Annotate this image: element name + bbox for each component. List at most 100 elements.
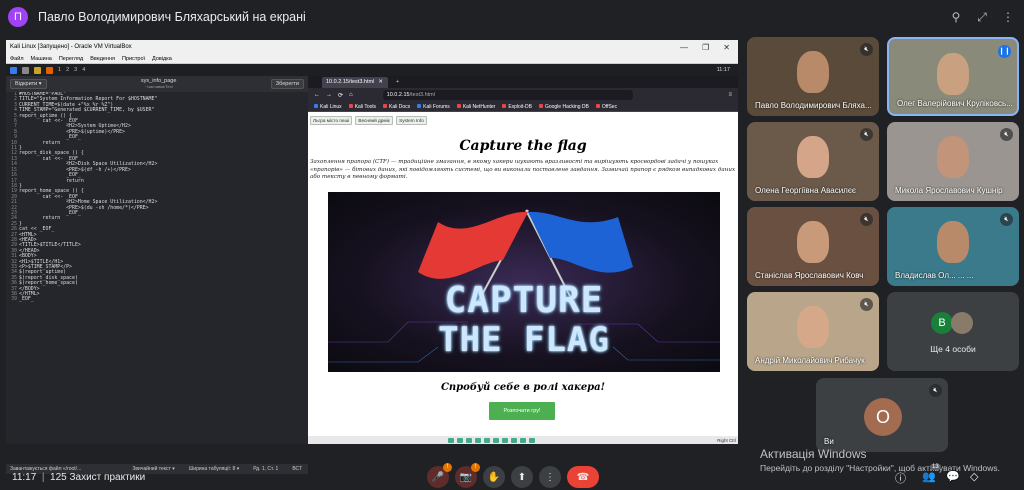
activities-icon[interactable]: ◇ [970,470,978,483]
chat-icon[interactable]: 💬 [946,470,960,483]
present-button[interactable]: ⬆ [511,466,533,488]
kali-menu-icon[interactable] [10,66,17,74]
optical-icon[interactable] [457,437,463,443]
meeting-time: 11:17 | 125 Захист практики [12,472,146,483]
shared-folder-icon[interactable] [493,437,499,443]
pin-icon[interactable]: ⚲ [948,9,964,25]
display-icon[interactable] [502,437,508,443]
audio-icon[interactable] [466,437,472,443]
mouse-icon[interactable] [529,437,535,443]
terminal-icon[interactable] [22,66,29,74]
network-icon[interactable] [475,437,481,443]
bookmark-kali-docs[interactable]: Kali Docs [383,103,410,110]
participant-tile[interactable]: Андрій Миколайович Рибачук 🔇︎ [747,292,879,371]
menu-devices[interactable]: Пристрої [122,56,145,62]
system-info-button[interactable]: System Info [396,116,427,125]
bookmark-kali-linux[interactable]: Kali Linux [314,103,342,110]
clock: 11:17 [716,67,730,73]
more-button[interactable]: ⋮ [539,466,561,488]
usb-icon[interactable] [484,437,490,443]
open-button[interactable]: Відкрити ▾ [10,79,47,89]
files-icon[interactable] [34,66,41,74]
menu-input[interactable]: Введення [90,56,115,62]
start-game-button[interactable]: Розпочати гру! [489,402,555,420]
info-icon[interactable]: ⓘ [895,470,906,486]
virtualbox-statusbar: Right Ctrl [308,436,738,444]
bookmark-exploit-db[interactable]: Exploit-DB [502,103,532,110]
bookmark-offsec[interactable]: OffSec [595,103,617,110]
participant-video [797,51,829,93]
participant-name: Андрій Миколайович Рибачук [755,356,865,365]
menu-icon[interactable]: ≡ [728,92,732,98]
mic-button[interactable]: 🎤! [427,463,452,488]
text-editor: Відкрити ▾ sys_info_page ~/заставки/Text… [6,76,308,474]
fit-icon[interactable]: ⤢ [974,9,990,25]
menu-file[interactable]: Файл [10,56,24,62]
page-intro: Захоплення прапора (CTF) — традиційне зм… [310,159,736,181]
back-icon[interactable]: ← [314,92,320,98]
page-button-2[interactable]: Весняий дрміє [355,116,394,125]
close-icon[interactable]: ✕ [723,43,730,52]
bookmark-kali-nethunter[interactable]: Kali NetHunter [456,103,495,110]
bookmark-ghdb[interactable]: Google Hacking DB [538,103,589,110]
record-icon[interactable] [511,437,517,443]
participant-tile[interactable]: Олег Валерійович Круліковсь... ❙❙ [887,37,1019,116]
menu-view[interactable]: Перегляд [59,56,83,62]
tab-close-icon[interactable]: ✕ [378,79,383,85]
code-line: 39 _EOF_ [8,296,308,303]
participant-name: Павло Володимирович Бляха... [755,101,872,110]
url-bar[interactable]: 10.0.2.15/test3.html [382,90,633,100]
forward-icon[interactable]: → [326,92,332,98]
reload-icon[interactable]: ⟳ [338,92,343,99]
editor-toolbar: Відкрити ▾ sys_info_page ~/заставки/Text… [6,76,308,92]
participant-tile[interactable]: Станіслав Ярославович Ковч 🔇︎ [747,207,879,286]
self-tile: О Ви 🔇︎ [816,378,948,452]
mic-off-icon: 🔇︎ [1000,128,1013,141]
participant-name: Станіслав Ярославович Ковч [755,271,864,280]
others-tile[interactable]: В Ще 4 особи [887,292,1019,371]
mic-off-icon: 🔇︎ [860,298,873,311]
participant-video [797,221,829,263]
bookmark-kali-forums[interactable]: Kali Forums [417,103,450,110]
code-area[interactable]: 1 #HOSTNAME="PAUL" 2 TITLE="System Informat… [6,92,308,422]
hand-icon: ✋ [487,471,501,483]
firefox-icon[interactable] [46,66,53,74]
browser-tab[interactable]: 10.0.2.15/test3.html ✕ [322,76,388,88]
end-call-button[interactable]: ☎ [567,466,599,488]
mic-off-icon: 🔇︎ [860,128,873,141]
workspace-2[interactable]: 2 [66,67,69,73]
raise-hand-button[interactable]: ✋ [483,466,505,488]
hdd-icon[interactable] [448,437,454,443]
participant-tile[interactable]: Владислав Ол... ... ... 🔇︎ [887,207,1019,286]
shared-screen: Kali Linux [Запущено] - Oracle VM Virtua… [6,40,738,474]
camera-button[interactable]: 📷! [455,463,480,488]
workspace-1[interactable]: 1 [58,67,61,73]
page-nav-buttons: Льгра місто пеші Весняий дрміє System In… [310,116,427,125]
file-path: ~/заставки/Text [144,84,173,89]
bookmark-kali-tools[interactable]: Kali Tools [348,103,376,110]
end-call-icon: ☎ [576,471,590,483]
workspace-4[interactable]: 4 [82,67,85,73]
save-button[interactable]: Зберегти [270,79,304,89]
participant-name: Микола Ярославович Кушнір [895,186,1003,195]
cpu-icon[interactable] [520,437,526,443]
participant-video [937,53,969,95]
ctf-banner-image: CAPTURE THE FLAG [328,192,720,372]
minimize-icon[interactable]: — [680,43,688,52]
workspace-3[interactable]: 3 [74,67,77,73]
more-options-icon[interactable]: ⋮ [1000,9,1016,25]
participant-tile[interactable]: Микола Ярославович Кушнір 🔇︎ [887,122,1019,201]
menu-machine[interactable]: Машина [31,56,52,62]
maximize-icon[interactable]: ❐ [702,43,709,52]
people-icon[interactable]: 👥 [922,470,936,483]
page-button-1[interactable]: Льгра місто пеші [310,116,353,125]
new-tab-icon[interactable]: + [396,79,399,85]
participant-tile[interactable]: Олена Георгіївна Авасилєє 🔇︎ [747,122,879,201]
home-icon[interactable]: ⌂ [349,92,353,98]
others-label: Ще 4 особи [930,344,976,354]
menu-help[interactable]: Довідка [152,56,172,62]
activation-title: Активація Windows [760,447,867,461]
line-number: 39 [11,296,17,303]
editor-filename: sys_info_page ~/заставки/Text [141,78,176,89]
participant-tile[interactable]: Павло Володимирович Бляха... 🔇︎ [747,37,879,116]
